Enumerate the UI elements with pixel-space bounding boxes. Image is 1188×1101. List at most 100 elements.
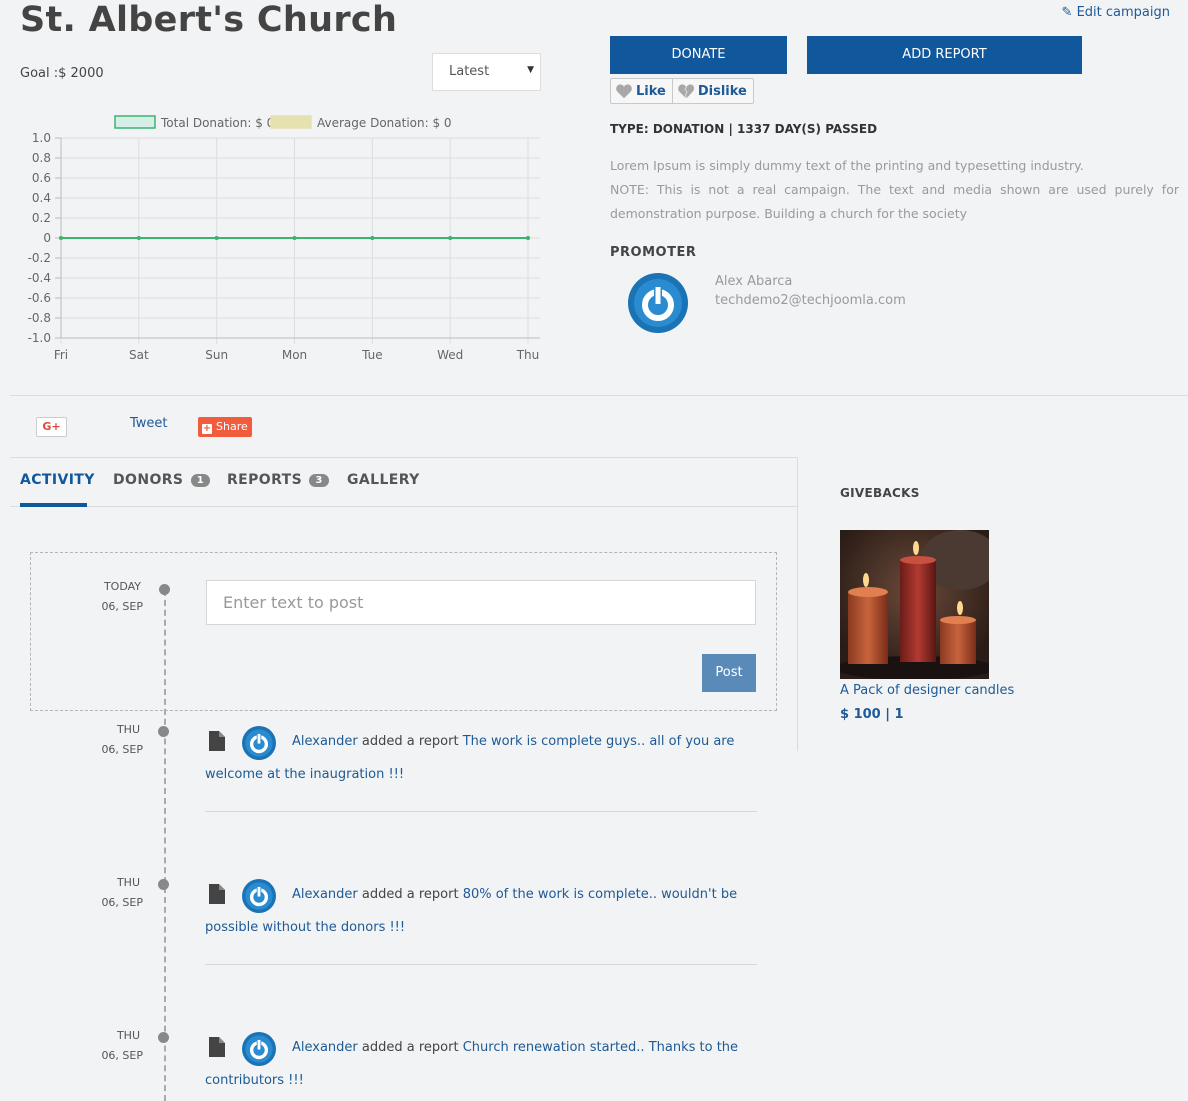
activity-action: added a report	[357, 1040, 463, 1055]
promoter-avatar	[628, 273, 688, 333]
data-point	[214, 236, 219, 240]
broken-heart-icon	[678, 84, 694, 99]
data-point	[526, 236, 530, 240]
activity-item: Alexander added a report 80% of the work…	[205, 878, 745, 944]
sort-select-value: Latest	[449, 64, 490, 79]
data-point	[448, 236, 453, 240]
post-input[interactable]: Enter text to post	[206, 580, 756, 625]
x-tick-label: Sun	[205, 348, 228, 362]
like-button[interactable]: Like	[611, 79, 672, 103]
donors-count-badge: 1	[190, 474, 211, 487]
timeline-dot	[158, 726, 169, 737]
data-point	[292, 236, 297, 240]
post-date: 06, SEP	[101, 600, 143, 613]
chart-y-ticks: 1.0 0.8 0.6 0.4 0.2 0 -0.2 -0.4 -0.6 -0.8 -1.0	[28, 131, 51, 345]
dislike-button[interactable]: Dislike	[671, 79, 753, 103]
heart-icon	[616, 84, 632, 99]
giveback-price: $ 100 | 1	[840, 707, 904, 722]
legend-label: Total Donation: $ 0	[160, 116, 274, 130]
activity-item: Alexander added a report Church renewati…	[205, 1031, 745, 1097]
y-tick-label: 1.0	[32, 131, 51, 145]
x-tick-label: Sat	[129, 348, 149, 362]
tab-gallery-label: GALLERY	[347, 472, 420, 488]
y-tick-label: -0.6	[28, 291, 51, 305]
chart-legend: Total Donation: $ 0 Average Donation: $ 0	[114, 115, 452, 130]
timeline-dot	[158, 879, 169, 890]
giveback-name-link[interactable]: A Pack of designer candles	[840, 683, 1014, 698]
activity-report-link[interactable]: The work is complete guys.. all of you a…	[205, 734, 734, 782]
x-tick-label: Fri	[54, 348, 68, 362]
legend-swatch	[270, 115, 312, 129]
legend-label: Average Donation: $ 0	[317, 116, 452, 130]
like-label: Like	[636, 83, 666, 99]
tab-activity[interactable]: ACTIVITY	[20, 472, 95, 488]
chart-grid	[55, 137, 540, 344]
chart-x-ticks: Fri Sat Sun Mon Tue Wed Thu	[54, 348, 539, 362]
x-tick-label: Thu	[516, 348, 540, 362]
plus-icon: +	[202, 423, 212, 434]
activity-report-link[interactable]: 80% of the work is complete.. wouldn't b…	[205, 887, 737, 935]
donate-button[interactable]: DONATE	[610, 36, 787, 74]
campaign-description: Lorem Ipsum is simply dummy text of the …	[610, 154, 1179, 226]
chart-series	[59, 236, 530, 240]
data-point	[136, 236, 141, 240]
page-title: St. Albert's Church	[20, 0, 398, 40]
campaign-type: TYPE: DONATION | 1337 DAY(S) PASSED	[610, 122, 878, 136]
promoter-heading: PROMOTER	[610, 245, 697, 260]
y-tick-label: -1.0	[28, 331, 51, 345]
activity-divider	[205, 964, 757, 965]
timeline-line	[164, 590, 166, 1101]
x-tick-label: Mon	[282, 348, 307, 362]
data-point	[370, 236, 375, 240]
tab-gallery[interactable]: GALLERY	[347, 472, 420, 488]
reports-count-badge: 3	[309, 474, 329, 487]
y-tick-label: -0.4	[28, 271, 51, 285]
active-tab-indicator	[20, 503, 87, 507]
note-text: NOTE: This is not a real campaign. The t…	[610, 182, 1179, 221]
activity-action: added a report	[357, 887, 463, 902]
y-tick-label: -0.8	[28, 311, 51, 325]
tab-donors-label: DONORS	[113, 472, 184, 488]
y-tick-label: -0.2	[28, 251, 51, 265]
activity-date: 06, SEP	[101, 896, 143, 909]
post-composer	[30, 552, 777, 711]
tab-donors[interactable]: DONORS 1	[113, 472, 211, 488]
timeline-dot	[158, 1032, 169, 1043]
share-label: Share	[216, 420, 248, 433]
activity-user-link[interactable]: Alexander	[292, 1040, 358, 1055]
activity-item: Alexander added a report The work is com…	[205, 725, 745, 791]
description-text: Lorem Ipsum is simply dummy text of the …	[610, 158, 1084, 173]
tab-activity-label: ACTIVITY	[20, 472, 95, 488]
pencil-icon: ✎	[1061, 5, 1073, 20]
edit-campaign-link[interactable]: ✎ Edit campaign	[1062, 5, 1170, 20]
post-button[interactable]: Post	[702, 654, 756, 692]
activity-date: 06, SEP	[101, 743, 143, 756]
activity-user-link[interactable]: Alexander	[292, 887, 358, 902]
timeline-dot	[159, 584, 170, 595]
activity-user-link[interactable]: Alexander	[292, 734, 358, 749]
activity-day: THU	[116, 876, 140, 889]
tab-reports[interactable]: REPORTS 3	[227, 472, 329, 488]
y-tick-label: 0	[43, 231, 51, 245]
sort-select[interactable]: Latest ▼	[432, 53, 541, 91]
legend-swatch	[114, 115, 156, 129]
activity-day: THU	[116, 723, 140, 736]
x-tick-label: Wed	[437, 348, 463, 362]
add-report-button[interactable]: ADD REPORT	[807, 36, 1082, 74]
edit-campaign-label: Edit campaign	[1076, 5, 1170, 20]
share-button[interactable]: + Share	[198, 417, 252, 437]
google-plus-button[interactable]: G+	[36, 417, 67, 437]
activity-report-link[interactable]: Church renewation started.. Thanks to th…	[205, 1040, 738, 1088]
tab-reports-label: REPORTS	[227, 472, 303, 488]
tweet-link[interactable]: Tweet	[130, 416, 168, 431]
promoter-email[interactable]: techdemo2@techjoomla.com	[715, 293, 906, 308]
post-date-day: TODAY	[103, 580, 141, 593]
x-tick-label: Tue	[361, 348, 383, 362]
dislike-label: Dislike	[697, 83, 747, 99]
donation-chart: Total Donation: $ 0 Average Donation: $ 0…	[28, 115, 540, 362]
like-dislike-box: Like Dislike	[610, 78, 754, 104]
y-tick-label: 0.4	[32, 191, 51, 205]
promoter-name[interactable]: Alex Abarca	[715, 274, 792, 289]
giveback-image[interactable]	[840, 530, 989, 679]
goal-text: Goal :$ 2000	[20, 66, 104, 81]
